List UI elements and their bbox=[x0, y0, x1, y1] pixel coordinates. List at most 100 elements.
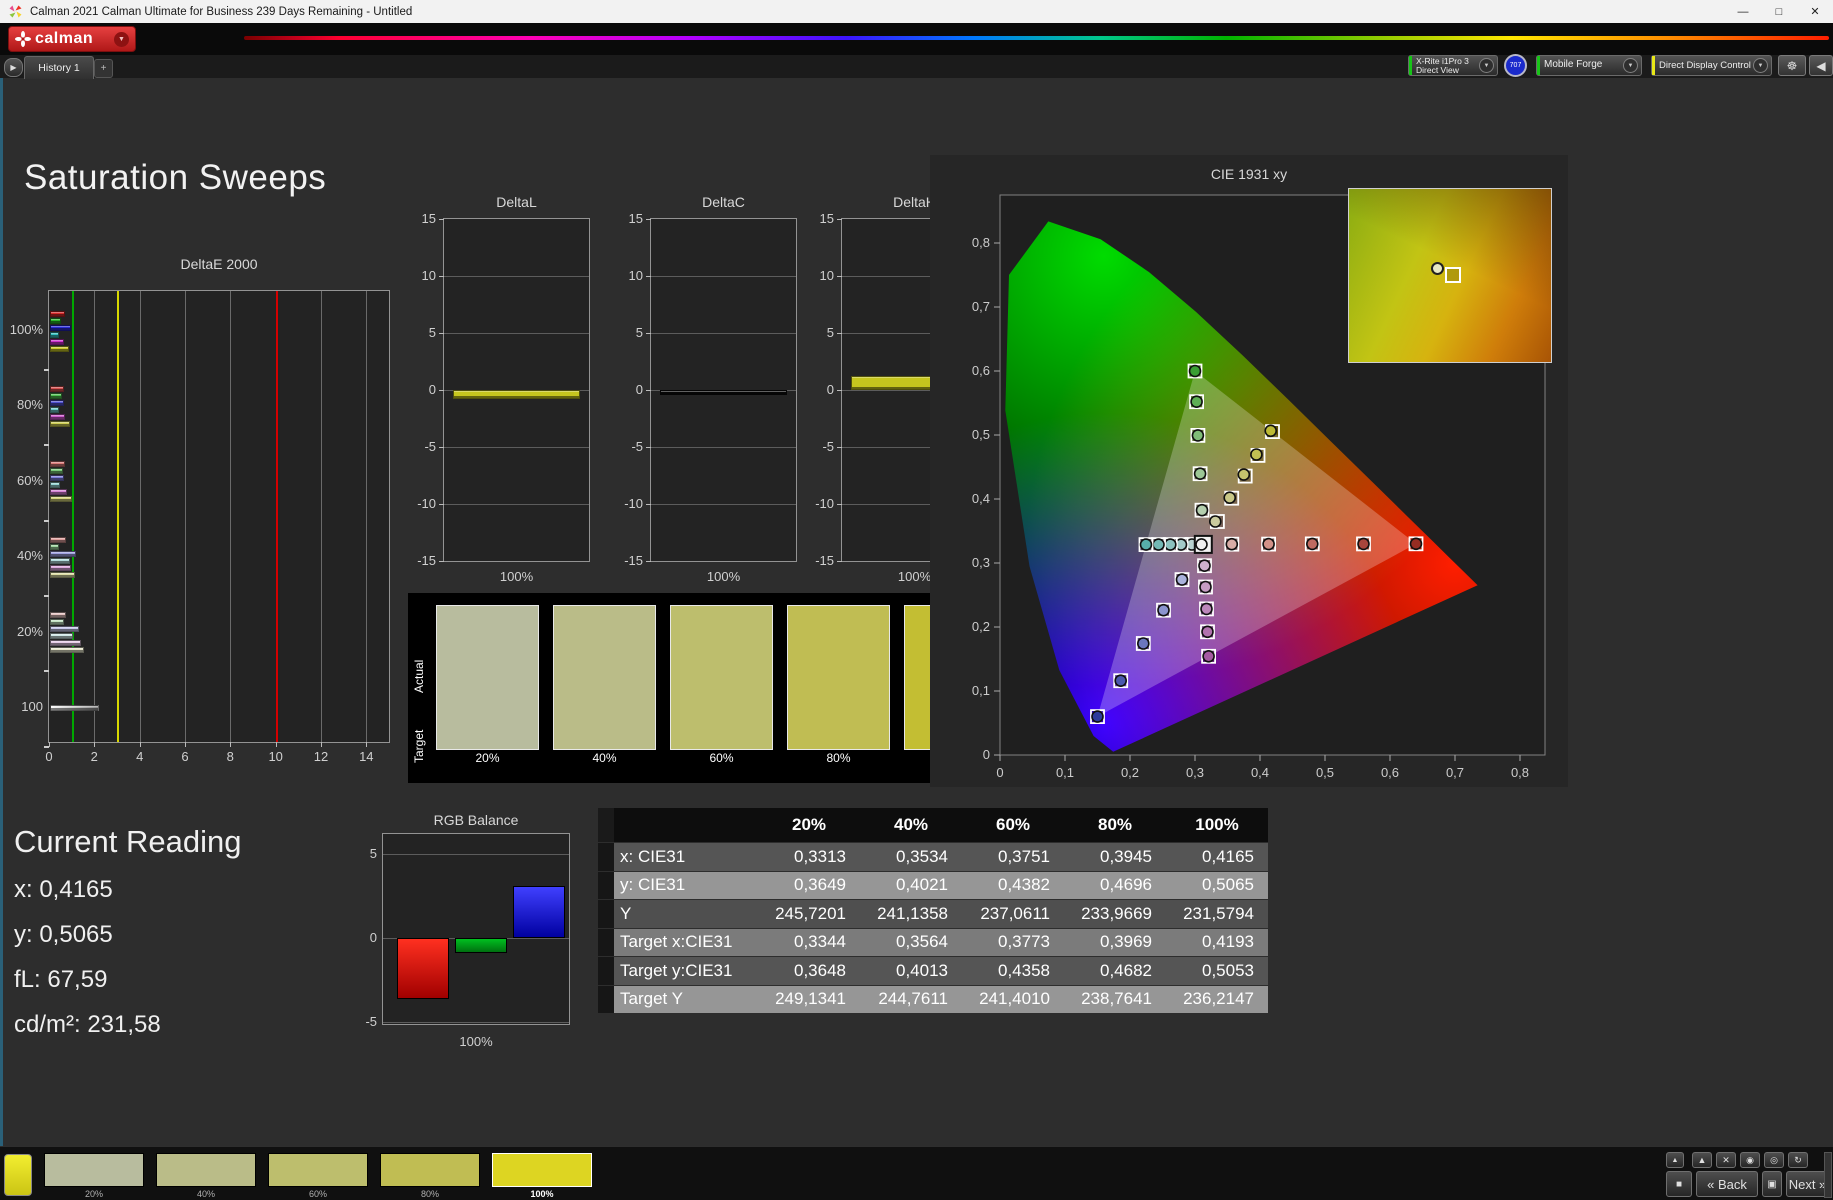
delta-y-tick-label: -5 bbox=[424, 439, 436, 454]
page-title: Saturation Sweeps bbox=[24, 158, 327, 197]
history-expand-button[interactable]: ▶ bbox=[4, 58, 23, 77]
pattern-thumb-60%[interactable] bbox=[268, 1153, 368, 1187]
cie-measured-point-yellow bbox=[1264, 424, 1278, 438]
deltae-bar bbox=[50, 571, 76, 578]
minimize-button[interactable]: — bbox=[1725, 0, 1761, 23]
eye-icon[interactable]: ◎ bbox=[1764, 1152, 1784, 1168]
table-cell: 0,3648 bbox=[794, 960, 846, 980]
meter-dropdown-icon[interactable]: ▼ bbox=[1479, 58, 1494, 73]
delta-y-tick-label: 15 bbox=[421, 211, 436, 226]
cie-measured-point-green bbox=[1195, 503, 1209, 517]
stop-measure-button[interactable]: ■ bbox=[1666, 1171, 1692, 1197]
delta-y-tick bbox=[837, 561, 842, 562]
cie-y-tick-label: 0,3 bbox=[972, 555, 990, 570]
gridline bbox=[444, 333, 589, 334]
deltae-bar bbox=[50, 475, 64, 482]
deltae-x-tick bbox=[366, 742, 368, 747]
cie-measured-point-blue bbox=[1175, 573, 1189, 586]
table-row-label: x: CIE31 bbox=[620, 846, 686, 866]
table-cell: 0,3534 bbox=[896, 846, 948, 866]
calman-logo-text: calman bbox=[35, 30, 94, 47]
table-cell: 0,4165 bbox=[1202, 846, 1254, 866]
bottom-pattern-bar: ▲ ■ « Back ▣ Next » 20% 40% 60% 80% 100% ▲ ✕ ◉ ◎… bbox=[0, 1146, 1833, 1200]
table-row-label: Y bbox=[620, 903, 632, 923]
bottom-scrollbar[interactable] bbox=[1824, 1152, 1832, 1198]
next-button[interactable]: Next » bbox=[1786, 1171, 1829, 1197]
exposure-badge[interactable]: 707 bbox=[1504, 54, 1527, 77]
scroll-up-button[interactable]: ▲ bbox=[1666, 1152, 1684, 1168]
deltae-bar bbox=[50, 557, 71, 564]
table-column-header: 60% bbox=[995, 815, 1031, 834]
display-control-dropdown-icon[interactable]: ▼ bbox=[1753, 58, 1768, 73]
pattern-thumb-80%[interactable] bbox=[380, 1153, 480, 1187]
back-button[interactable]: « Back bbox=[1696, 1171, 1758, 1197]
current-reading-x: x: 0,4165 bbox=[14, 876, 113, 903]
table-cell: 0,3313 bbox=[794, 846, 846, 866]
pattern-thumb-20%[interactable] bbox=[44, 1153, 144, 1187]
cie-measured-point-green bbox=[1190, 395, 1203, 408]
meter-mode: Direct View bbox=[1416, 64, 1459, 75]
close-button[interactable]: ✕ bbox=[1797, 0, 1833, 23]
tab-history-1[interactable]: History 1 bbox=[24, 56, 94, 79]
rgb-y-tick-label: 0 bbox=[369, 930, 377, 945]
cie-measured-point-red bbox=[1305, 537, 1319, 551]
table-cell: 0,5065 bbox=[1202, 875, 1254, 895]
cie-measured-point-cyan bbox=[1152, 538, 1165, 551]
pattern-thumb-40%[interactable] bbox=[156, 1153, 256, 1187]
table-cell: 245,7201 bbox=[775, 903, 846, 923]
calman-flower-icon bbox=[15, 31, 31, 47]
pattern-color-button[interactable] bbox=[4, 1154, 32, 1196]
table-cell: 241,1358 bbox=[877, 903, 948, 923]
delta-y-tick-label: -15 bbox=[815, 553, 834, 568]
cie-y-tick-label: 0,6 bbox=[972, 363, 990, 378]
collapse-panel-button[interactable]: ◀ bbox=[1809, 55, 1833, 76]
deltae-group-label: 100 bbox=[21, 699, 43, 714]
camera-icon[interactable]: ◉ bbox=[1740, 1152, 1760, 1168]
deltae-bar bbox=[50, 496, 72, 503]
display-control-selector[interactable]: Direct Display Control ▼ bbox=[1651, 55, 1772, 76]
delta-y-tick bbox=[837, 219, 842, 220]
pattern-thumb-label: 60% bbox=[308, 1189, 327, 1199]
add-tab-button[interactable]: + bbox=[94, 59, 113, 78]
table-row-label: Target y:CIE31 bbox=[620, 960, 733, 980]
table-cell: 237,0611 bbox=[980, 903, 1050, 923]
calman-menu-button[interactable]: calman ▼ bbox=[8, 26, 136, 52]
delete-icon[interactable]: ✕ bbox=[1716, 1152, 1736, 1168]
cie-measured-point-red bbox=[1357, 537, 1370, 551]
deltae-x-tick bbox=[321, 742, 322, 747]
current-reading-title: Current Reading bbox=[14, 824, 242, 859]
source-dropdown-icon[interactable]: ▼ bbox=[1623, 58, 1638, 73]
pattern-thumb-100%[interactable] bbox=[492, 1153, 592, 1187]
snapshot-button[interactable]: ▣ bbox=[1762, 1171, 1782, 1197]
meter-selector[interactable]: X-Rite i1Pro 3 Direct View ▼ bbox=[1408, 55, 1498, 76]
delta-y-tick-label: -15 bbox=[417, 553, 436, 568]
delta-y-tick bbox=[646, 561, 651, 562]
app-icon bbox=[9, 5, 22, 18]
delta-y-tick bbox=[646, 219, 651, 220]
saturation-patch-label: 80% bbox=[826, 751, 851, 765]
saturation-patch-20% bbox=[436, 605, 539, 750]
pattern-thumb-label: 100% bbox=[530, 1189, 554, 1199]
settings-gear-button[interactable]: ☸ bbox=[1778, 55, 1806, 76]
source-selector[interactable]: Mobile Forge ▼ bbox=[1536, 55, 1642, 76]
deltae-bar bbox=[50, 420, 71, 427]
inset-target-square bbox=[1445, 267, 1461, 283]
cie-measured-point-red bbox=[1262, 537, 1275, 551]
deltae-x-tick-label: 6 bbox=[181, 749, 189, 764]
delta-y-tick bbox=[646, 333, 651, 334]
cie-measured-point-red bbox=[1409, 537, 1423, 551]
delta-y-tick bbox=[837, 447, 842, 448]
cie-measured-point-magenta bbox=[1202, 649, 1215, 663]
refresh-icon[interactable]: ↻ bbox=[1788, 1152, 1808, 1168]
current-reading-y: y: 0,5065 bbox=[14, 921, 113, 948]
display-control-name: Direct Display Control bbox=[1659, 59, 1751, 71]
delta-y-tick-label: 5 bbox=[635, 325, 643, 340]
scroll-up-icon[interactable]: ▲ bbox=[1692, 1152, 1712, 1168]
deltae-bar bbox=[50, 564, 71, 571]
maximize-button[interactable]: □ bbox=[1761, 0, 1797, 23]
deltae-x-tick-label: 12 bbox=[313, 749, 329, 764]
delta-y-tick bbox=[646, 390, 651, 391]
calman-dropdown-icon[interactable]: ▼ bbox=[114, 31, 129, 47]
deltae-bar bbox=[50, 324, 71, 331]
table-cell: 0,3564 bbox=[896, 932, 948, 952]
